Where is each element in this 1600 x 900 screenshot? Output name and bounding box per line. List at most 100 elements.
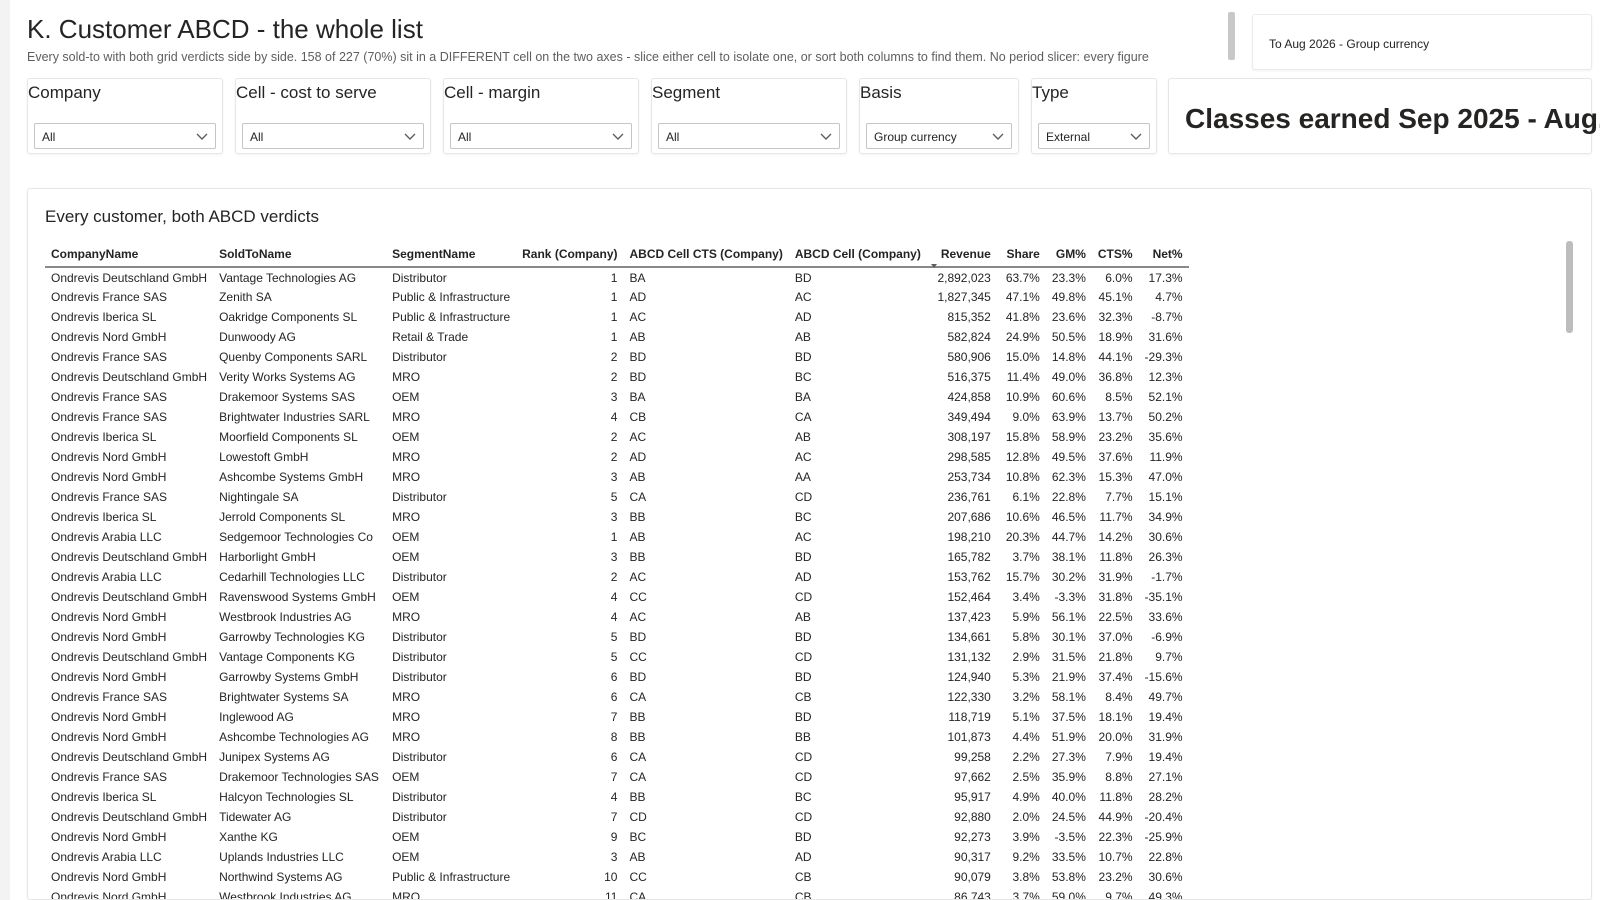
- table-row[interactable]: Ondrevis France SAS Zenith SA Public & Inf…: [45, 287, 1189, 307]
- table-cell: CA: [629, 750, 647, 764]
- column-header-revenue[interactable]: Revenue: [926, 241, 997, 268]
- column-header-net[interactable]: Net%: [1138, 241, 1189, 268]
- table-row[interactable]: Ondrevis Iberica SL Moorfield Components …: [45, 427, 1189, 447]
- table-row[interactable]: Ondrevis France SAS Drakemoor Systems SAS…: [45, 387, 1189, 407]
- table-cell: AD: [794, 850, 812, 864]
- segment-dropdown[interactable]: All: [658, 123, 840, 149]
- table-cell: AB: [794, 610, 811, 624]
- table-cell: Distributor: [392, 790, 447, 804]
- cell-margin-dropdown[interactable]: All: [450, 123, 632, 149]
- table-cell: AC: [629, 570, 647, 584]
- column-header-abcd-cell-cts-company[interactable]: ABCD Cell CTS (Company): [623, 241, 789, 268]
- basis-dropdown[interactable]: Group currency: [866, 123, 1012, 149]
- table-cell: 4: [610, 590, 618, 604]
- table-row[interactable]: Ondrevis Deutschland GmbH Junipex Systems…: [45, 747, 1189, 767]
- column-header-share[interactable]: Share: [996, 241, 1046, 268]
- table-row[interactable]: Ondrevis Nord GmbH Westbrook Industries A…: [45, 607, 1189, 627]
- table-cell: BB: [629, 710, 646, 724]
- table-cell: 14.2%: [1098, 530, 1133, 544]
- type-dropdown[interactable]: External: [1038, 123, 1150, 149]
- table-row[interactable]: Ondrevis Deutschland GmbH Vantage Compone…: [45, 647, 1189, 667]
- table-cell: BD: [629, 670, 647, 684]
- table-row[interactable]: Ondrevis Nord GmbH Garrowby Technologies …: [45, 627, 1189, 647]
- table-row[interactable]: Ondrevis Nord GmbH Ashcombe Systems GmbH M…: [45, 467, 1189, 487]
- table-row[interactable]: Ondrevis Nord GmbH Inglewood AG MRO 7 BB BD 11…: [45, 707, 1189, 727]
- table-row[interactable]: Ondrevis Deutschland GmbH Verity Works Sy…: [45, 367, 1189, 387]
- table-cell: 131,132: [947, 650, 991, 664]
- table-scrollbar[interactable]: [1566, 241, 1573, 333]
- table-cell: OEM: [392, 850, 420, 864]
- table-cell: CA: [629, 490, 647, 504]
- table-cell: BD: [794, 350, 812, 364]
- table-row[interactable]: Ondrevis Iberica SL Jerrold Components SL…: [45, 507, 1189, 527]
- table-row[interactable]: Ondrevis Arabia LLC Cedarhill Technologie…: [45, 567, 1189, 587]
- table-cell: 18.1%: [1098, 710, 1133, 724]
- table-cell: 9.0%: [1012, 410, 1040, 424]
- table-row[interactable]: Ondrevis Arabia LLC Sedgemoor Technologie…: [45, 527, 1189, 547]
- column-header-soldtoname[interactable]: SoldToName: [213, 241, 387, 268]
- column-header-abcd-cell-company[interactable]: ABCD Cell (Company): [788, 241, 927, 268]
- table-cell: MRO: [392, 890, 421, 900]
- table-row[interactable]: Ondrevis Nord GmbH Westbrook Industries A…: [45, 887, 1189, 900]
- column-header-gm[interactable]: GM%: [1045, 241, 1092, 268]
- table-cell: Ondrevis France SAS: [51, 770, 168, 784]
- table-cell: Ondrevis Deutschland GmbH: [51, 370, 208, 384]
- table-cell: Ondrevis France SAS: [51, 490, 168, 504]
- table-row[interactable]: Ondrevis Deutschland GmbH Harborlight Gmb…: [45, 547, 1189, 567]
- table-row[interactable]: Ondrevis France SAS Quenby Components SAR…: [45, 347, 1189, 367]
- table-cell: Distributor: [392, 630, 447, 644]
- table-cell: CA: [629, 690, 647, 704]
- table-row[interactable]: Ondrevis Nord GmbH Dunwoody AG Retail & Tr…: [45, 327, 1189, 347]
- table-cell: CA: [629, 890, 647, 900]
- table-cell: OEM: [392, 530, 420, 544]
- table-cell: -29.3%: [1144, 350, 1183, 364]
- table-cell: 31.9%: [1148, 730, 1183, 744]
- table-row[interactable]: Ondrevis Iberica SL Halcyon Technologies …: [45, 787, 1189, 807]
- table-row[interactable]: Ondrevis Arabia LLC Uplands Industries LL…: [45, 847, 1189, 867]
- slicer-label: Cell - margin: [444, 83, 541, 102]
- table-row[interactable]: Ondrevis Nord GmbH Northwind Systems AG Pu…: [45, 867, 1189, 887]
- table-cell: Garrowby Systems GmbH: [219, 670, 359, 684]
- sort-descending-icon: [930, 264, 937, 268]
- table-cell: 3: [610, 390, 618, 404]
- table-cell: 37.4%: [1098, 670, 1133, 684]
- cell-cts-dropdown[interactable]: All: [242, 123, 424, 149]
- table-row[interactable]: Ondrevis Deutschland GmbH Tidewater AG Dis…: [45, 807, 1189, 827]
- slicer-type: Type External: [1031, 78, 1157, 154]
- table-row[interactable]: Ondrevis Nord GmbH Lowestoft GmbH MRO 2 AD AC…: [45, 447, 1189, 467]
- table-row[interactable]: Ondrevis Deutschland GmbH Vantage Technol…: [45, 267, 1189, 287]
- table-cell: 12.3%: [1148, 370, 1183, 384]
- table-row[interactable]: Ondrevis France SAS Brightwater Systems S…: [45, 687, 1189, 707]
- table-row[interactable]: Ondrevis Nord GmbH Ashcombe Technologies …: [45, 727, 1189, 747]
- table-cell: 92,273: [954, 830, 991, 844]
- column-header-rank-company[interactable]: Rank (Company): [516, 241, 624, 268]
- table-cell: 815,352: [947, 310, 991, 324]
- table-row[interactable]: Ondrevis Deutschland GmbH Ravenswood Syst…: [45, 587, 1189, 607]
- chevron-down-icon: [612, 133, 624, 140]
- table-row[interactable]: Ondrevis France SAS Drakemoor Technologie…: [45, 767, 1189, 787]
- table-row[interactable]: Ondrevis Iberica SL Oakridge Components S…: [45, 307, 1189, 327]
- table-cell: Ondrevis Nord GmbH: [51, 330, 167, 344]
- company-dropdown[interactable]: All: [34, 123, 216, 149]
- table-row[interactable]: Ondrevis France SAS Nightingale SA Distrib…: [45, 487, 1189, 507]
- table-row[interactable]: Ondrevis Nord GmbH Garrowby Systems GmbH D…: [45, 667, 1189, 687]
- chevron-down-icon: [992, 133, 1004, 140]
- table-cell: Ashcombe Systems GmbH: [219, 470, 364, 484]
- table-cell: CB: [794, 870, 812, 884]
- table-cell: 3.7%: [1012, 550, 1040, 564]
- column-header-companyname[interactable]: CompanyName: [45, 241, 214, 268]
- table-cell: 19.4%: [1148, 750, 1183, 764]
- column-header-segmentname[interactable]: SegmentName: [386, 241, 517, 268]
- table-cell: 5: [610, 650, 618, 664]
- table-cell: 22.5%: [1098, 610, 1133, 624]
- table-cell: Distributor: [392, 810, 447, 824]
- table-row[interactable]: Ondrevis France SAS Brightwater Industrie…: [45, 407, 1189, 427]
- subtitle-scrollbar[interactable]: [1228, 12, 1235, 60]
- table-cell: MRO: [392, 730, 421, 744]
- table-cell: Garrowby Technologies KG: [219, 630, 365, 644]
- table-row[interactable]: Ondrevis Nord GmbH Xanthe KG OEM 9 BC BD 92,27…: [45, 827, 1189, 847]
- column-header-cts[interactable]: CTS%: [1091, 241, 1139, 268]
- table-cell: OEM: [392, 550, 420, 564]
- table-cell: Ondrevis France SAS: [51, 690, 168, 704]
- table-cell: 31.5%: [1051, 650, 1086, 664]
